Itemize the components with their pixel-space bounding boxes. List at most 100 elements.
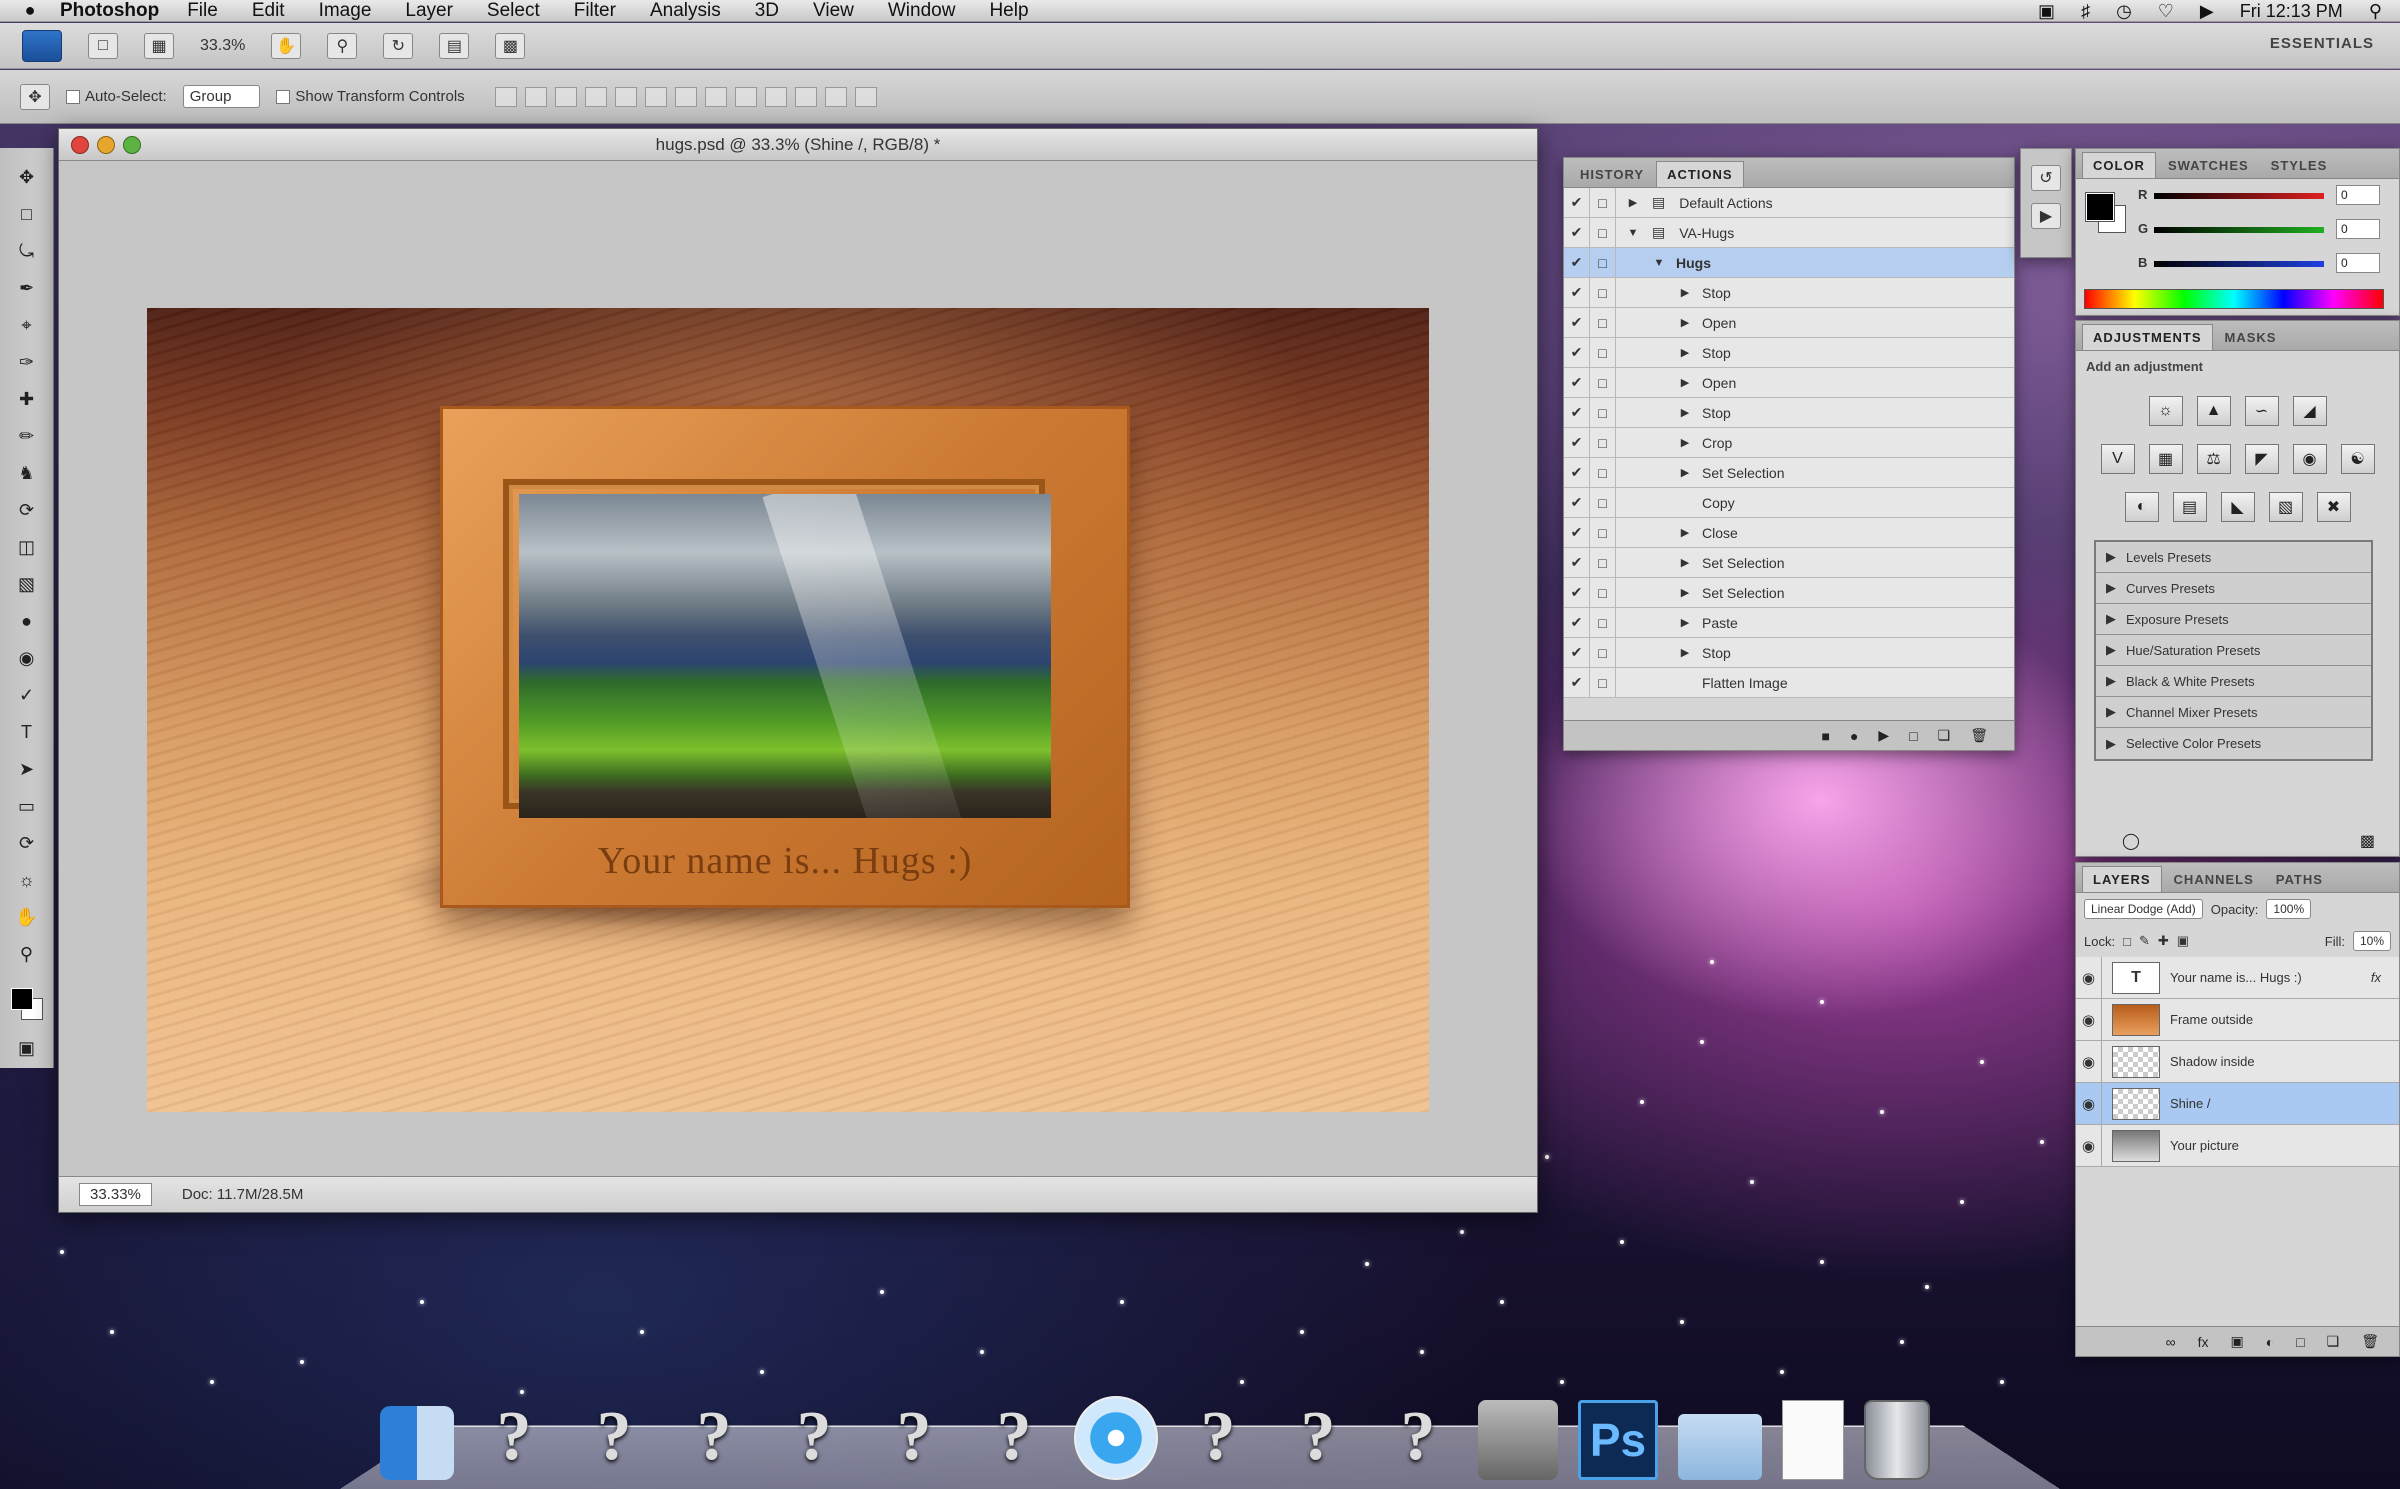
b-channel-value[interactable]: 0: [2336, 253, 2380, 273]
new-adjustment-layer-icon[interactable]: ◐: [2266, 1334, 2274, 1350]
dialog-toggle-icon[interactable]: □: [1590, 368, 1616, 397]
menu-image[interactable]: Image: [319, 0, 372, 22]
action-row[interactable]: ✔ □ ▶ Stop: [1564, 278, 2014, 308]
document-title-bar[interactable]: hugs.psd @ 33.3% (Shine /, RGB/8) *: [59, 129, 1537, 161]
tab-swatches[interactable]: SWATCHES: [2158, 153, 2259, 178]
toggle-check-icon[interactable]: ✔: [1564, 368, 1590, 397]
tab-styles[interactable]: STYLES: [2261, 153, 2338, 178]
dialog-toggle-icon[interactable]: □: [1590, 518, 1616, 547]
g-channel-slider[interactable]: [2154, 227, 2324, 233]
unknown-app-icon[interactable]: ?: [974, 1394, 1054, 1480]
toggle-check-icon[interactable]: ✔: [1564, 308, 1590, 337]
canvas-area[interactable]: Your name is... Hugs :): [59, 161, 1537, 1176]
screen-mode-icon[interactable]: ▩: [495, 32, 526, 59]
dialog-toggle-icon[interactable]: □: [1590, 578, 1616, 607]
dialog-toggle-icon[interactable]: □: [1590, 398, 1616, 427]
layer-style-icon[interactable]: fx: [2198, 1334, 2209, 1350]
brightness-contrast-icon[interactable]: ☼: [2148, 396, 2183, 426]
history-brush-tool-icon[interactable]: ⟳: [9, 497, 45, 523]
expand-triangle-icon[interactable]: ▶: [1674, 616, 1696, 629]
history-panel-icon[interactable]: ↺: [2031, 165, 2061, 191]
auto-select-dropdown[interactable]: Group: [182, 85, 261, 108]
show-transform-checkbox[interactable]: Show Transform Controls: [276, 88, 465, 105]
action-row[interactable]: ✔ □ ▼ Hugs: [1564, 248, 2014, 278]
unknown-app-icon[interactable]: ?: [874, 1394, 954, 1480]
toggle-check-icon[interactable]: ✔: [1564, 218, 1590, 247]
menu-layer[interactable]: Layer: [405, 0, 453, 22]
new-layer-icon[interactable]: ❏: [2327, 1333, 2340, 1350]
align-right-icon[interactable]: [644, 86, 667, 107]
posterize-icon[interactable]: ▤: [2172, 492, 2207, 522]
menu-help[interactable]: Help: [989, 0, 1028, 22]
status-doc-size[interactable]: Doc: 11.7M/28.5M: [182, 1186, 303, 1203]
action-row[interactable]: ✔ □ ▶ Stop: [1564, 638, 2014, 668]
auto-align-icon[interactable]: [854, 86, 877, 107]
tab-adjustments[interactable]: ADJUSTMENTS: [2082, 324, 2213, 350]
threshold-icon[interactable]: ◣: [2220, 492, 2255, 522]
hue-saturation-icon[interactable]: ▦: [2148, 444, 2183, 474]
status-zoom-field[interactable]: 33.33%: [79, 1183, 152, 1206]
layer-row[interactable]: ◉ Your picture: [2076, 1125, 2399, 1167]
dialog-toggle-icon[interactable]: □: [1590, 488, 1616, 517]
unknown-app-icon[interactable]: ?: [1278, 1394, 1358, 1480]
layer-row[interactable]: ◉ Frame outside: [2076, 999, 2399, 1041]
dialog-toggle-icon[interactable]: □: [1590, 638, 1616, 667]
selective-color-icon[interactable]: ✖: [2316, 492, 2351, 522]
toggle-check-icon[interactable]: ✔: [1564, 458, 1590, 487]
vibrance-icon[interactable]: V: [2100, 444, 2135, 474]
gradient-map-icon[interactable]: ▧: [2268, 492, 2303, 522]
stop-recording-icon[interactable]: ■: [1821, 728, 1829, 744]
crop-tool-icon[interactable]: ⌖: [9, 312, 45, 338]
eraser-tool-icon[interactable]: ◫: [9, 534, 45, 560]
new-action-icon[interactable]: ❏: [1938, 727, 1951, 744]
action-row[interactable]: ✔ □ ▶ Open: [1564, 368, 2014, 398]
expand-triangle-icon[interactable]: ▶: [1674, 436, 1696, 449]
clone-stamp-tool-icon[interactable]: ♞: [9, 460, 45, 486]
dialog-toggle-icon[interactable]: □: [1590, 188, 1616, 217]
tab-color[interactable]: COLOR: [2082, 152, 2156, 178]
align-left-icon[interactable]: [584, 86, 607, 107]
apple-menu-icon[interactable]: ●: [0, 0, 60, 21]
zoom-tool-icon[interactable]: ⚲: [327, 32, 358, 59]
action-row[interactable]: ✔ □ ▶ Open: [1564, 308, 2014, 338]
preset-curves[interactable]: ▶ Curves Presets: [2096, 573, 2371, 604]
rotate-view-icon[interactable]: ↻: [383, 32, 414, 59]
action-row[interactable]: ✔ □ ▶ Paste: [1564, 608, 2014, 638]
unknown-app-icon[interactable]: ?: [474, 1394, 554, 1480]
toggle-check-icon[interactable]: ✔: [1564, 248, 1590, 277]
toggle-check-icon[interactable]: ✔: [1564, 338, 1590, 367]
actions-panel-icon[interactable]: ▶: [2031, 203, 2061, 229]
curves-icon[interactable]: ∽: [2244, 396, 2279, 426]
type-tool-icon[interactable]: T: [9, 719, 45, 745]
toggle-check-icon[interactable]: ✔: [1564, 398, 1590, 427]
dodge-tool-icon[interactable]: ◉: [9, 645, 45, 671]
menu-view[interactable]: View: [813, 0, 854, 22]
new-group-icon[interactable]: □: [2296, 1334, 2304, 1350]
action-row[interactable]: ✔ □ Copy: [1564, 488, 2014, 518]
toggle-check-icon[interactable]: ✔: [1564, 278, 1590, 307]
toggle-check-icon[interactable]: ✔: [1564, 488, 1590, 517]
preset-levels[interactable]: ▶ Levels Presets: [2096, 542, 2371, 573]
distribute-top-icon[interactable]: [674, 86, 697, 107]
layer-effects-icon[interactable]: fx: [2371, 970, 2381, 985]
lock-pixels-icon[interactable]: □: [2123, 934, 2131, 949]
menu-3d[interactable]: 3D: [755, 0, 779, 22]
exposure-icon[interactable]: ◢: [2292, 396, 2327, 426]
color-balance-icon[interactable]: ⚖: [2196, 444, 2231, 474]
lasso-tool-icon[interactable]: ⤿: [9, 238, 45, 264]
zoom-level-select[interactable]: 33.3%: [200, 37, 245, 55]
path-selection-tool-icon[interactable]: ➤: [9, 756, 45, 782]
wifi-icon[interactable]: ♡: [2158, 1, 2174, 22]
align-bottom-icon[interactable]: [554, 86, 577, 107]
blend-mode-select[interactable]: Linear Dodge (Add): [2084, 899, 2203, 919]
layer-row[interactable]: ◉ Shadow inside: [2076, 1041, 2399, 1083]
menu-window[interactable]: Window: [888, 0, 956, 22]
move-tool-icon[interactable]: ✥: [9, 164, 45, 190]
documents-stack-icon[interactable]: [1782, 1400, 1844, 1480]
action-row[interactable]: ✔ □ ▶ Set Selection: [1564, 548, 2014, 578]
view-extras-icon[interactable]: ▦: [144, 32, 174, 59]
dialog-toggle-icon[interactable]: □: [1590, 338, 1616, 367]
unknown-app-icon[interactable]: ?: [1178, 1394, 1258, 1480]
action-row[interactable]: ✔ □ Flatten Image: [1564, 668, 2014, 698]
3d-orbit-tool-icon[interactable]: ☼: [9, 867, 45, 893]
